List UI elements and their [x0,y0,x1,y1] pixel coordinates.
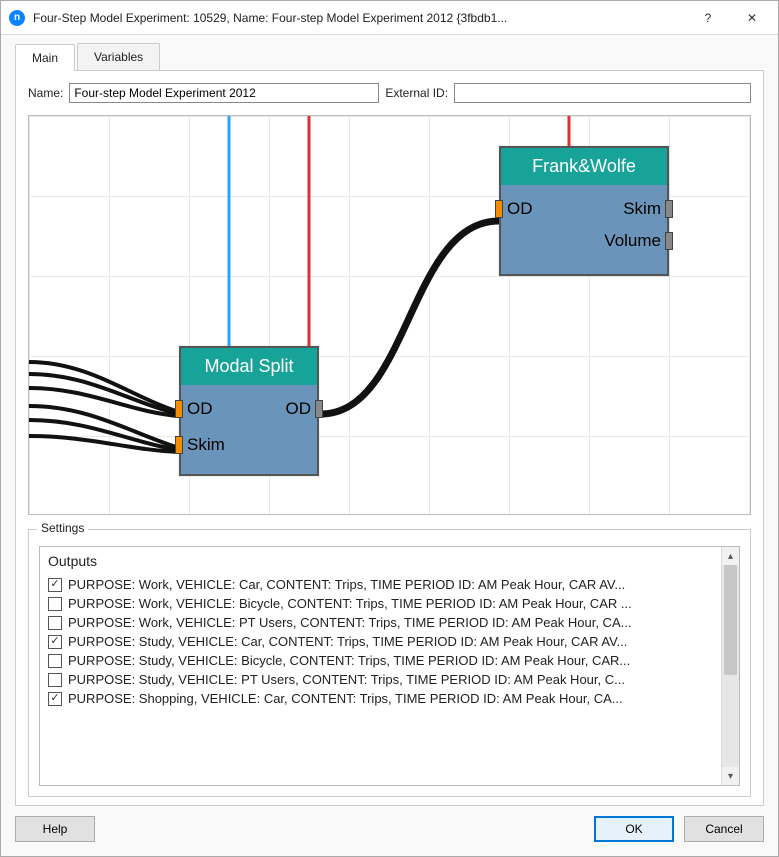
help-button[interactable]: Help [15,816,95,842]
output-row-text: PURPOSE: Work, VEHICLE: Bicycle, CONTENT… [68,596,632,611]
port-frank-wolfe-out-skim[interactable]: Skim [623,199,673,219]
node-frank-wolfe-title: Frank&Wolfe [501,148,667,185]
scroll-thumb[interactable] [724,565,737,675]
output-row-text: PURPOSE: Study, VEHICLE: Car, CONTENT: T… [68,634,627,649]
outputs-scrollbar[interactable]: ▴ ▾ [721,547,739,785]
port-label: Volume [604,231,661,251]
outputs-panel: Outputs PURPOSE: Work, VEHICLE: Car, CON… [39,546,740,786]
output-row[interactable]: PURPOSE: Study, VEHICLE: Car, CONTENT: T… [48,632,713,651]
node-modal-split-title: Modal Split [181,348,317,385]
name-label: Name: [28,86,63,100]
dialog-window: n Four-Step Model Experiment: 10529, Nam… [0,0,779,857]
port-label: OD [187,399,213,419]
output-row[interactable]: PURPOSE: Work, VEHICLE: PT Users, CONTEN… [48,613,713,632]
node-modal-split-body: OD OD Skim [181,385,317,474]
port-frank-wolfe-in-od[interactable]: OD [495,199,533,219]
tab-variables[interactable]: Variables [77,43,160,70]
cancel-button[interactable]: Cancel [684,816,764,842]
output-checkbox[interactable] [48,673,62,687]
output-checkbox[interactable] [48,616,62,630]
ok-button[interactable]: OK [594,816,674,842]
port-modal-split-in-skim[interactable]: Skim [175,435,225,455]
scroll-track[interactable] [722,565,739,767]
output-row[interactable]: PURPOSE: Study, VEHICLE: Bicycle, CONTEN… [48,651,713,670]
help-icon[interactable]: ? [686,3,730,33]
output-row[interactable]: PURPOSE: Shopping, VEHICLE: Car, CONTENT… [48,689,713,708]
content-area: Main Variables Name: External ID: [1,35,778,806]
node-modal-split[interactable]: Modal Split OD OD Skim [179,346,319,476]
port-modal-split-out-od[interactable]: OD [286,399,324,419]
port-label: OD [286,399,312,419]
output-row[interactable]: PURPOSE: Study, VEHICLE: PT Users, CONTE… [48,670,713,689]
tab-main[interactable]: Main [15,44,75,71]
port-label: OD [507,199,533,219]
tab-bar: Main Variables [15,43,764,71]
output-row-text: PURPOSE: Work, VEHICLE: Car, CONTENT: Tr… [68,577,625,592]
output-checkbox[interactable] [48,692,62,706]
settings-legend: Settings [37,521,88,535]
app-icon: n [9,10,25,26]
scroll-down-icon[interactable]: ▾ [722,767,739,785]
output-row-text: PURPOSE: Study, VEHICLE: PT Users, CONTE… [68,672,625,687]
port-label: Skim [187,435,225,455]
output-checkbox[interactable] [48,597,62,611]
external-id-input[interactable] [454,83,751,103]
port-label: Skim [623,199,661,219]
outputs-list: Outputs PURPOSE: Work, VEHICLE: Car, CON… [40,547,721,785]
output-row[interactable]: PURPOSE: Work, VEHICLE: Bicycle, CONTENT… [48,594,713,613]
titlebar: n Four-Step Model Experiment: 10529, Nam… [1,1,778,35]
diagram-canvas[interactable]: Modal Split OD OD Skim Frank& [28,115,751,515]
external-id-label: External ID: [385,86,448,100]
output-row-text: PURPOSE: Shopping, VEHICLE: Car, CONTENT… [68,691,623,706]
node-frank-wolfe-body: OD Skim Volume [501,185,667,274]
node-frank-wolfe[interactable]: Frank&Wolfe OD Skim Volume [499,146,669,276]
output-checkbox[interactable] [48,578,62,592]
output-checkbox[interactable] [48,654,62,668]
outputs-header: Outputs [48,553,713,569]
name-input[interactable] [69,83,379,103]
settings-group: Settings Outputs PURPOSE: Work, VEHICLE:… [28,529,751,797]
close-icon[interactable]: ✕ [730,3,774,33]
form-row-name-extid: Name: External ID: [28,83,751,103]
scroll-up-icon[interactable]: ▴ [722,547,739,565]
port-modal-split-in-od[interactable]: OD [175,399,213,419]
window-title: Four-Step Model Experiment: 10529, Name:… [33,11,686,25]
dialog-footer: Help OK Cancel [1,806,778,856]
output-checkbox[interactable] [48,635,62,649]
output-row-text: PURPOSE: Study, VEHICLE: Bicycle, CONTEN… [68,653,630,668]
output-row-text: PURPOSE: Work, VEHICLE: PT Users, CONTEN… [68,615,631,630]
output-row[interactable]: PURPOSE: Work, VEHICLE: Car, CONTENT: Tr… [48,575,713,594]
tab-body-main: Name: External ID: [15,71,764,806]
port-frank-wolfe-out-volume[interactable]: Volume [604,231,673,251]
